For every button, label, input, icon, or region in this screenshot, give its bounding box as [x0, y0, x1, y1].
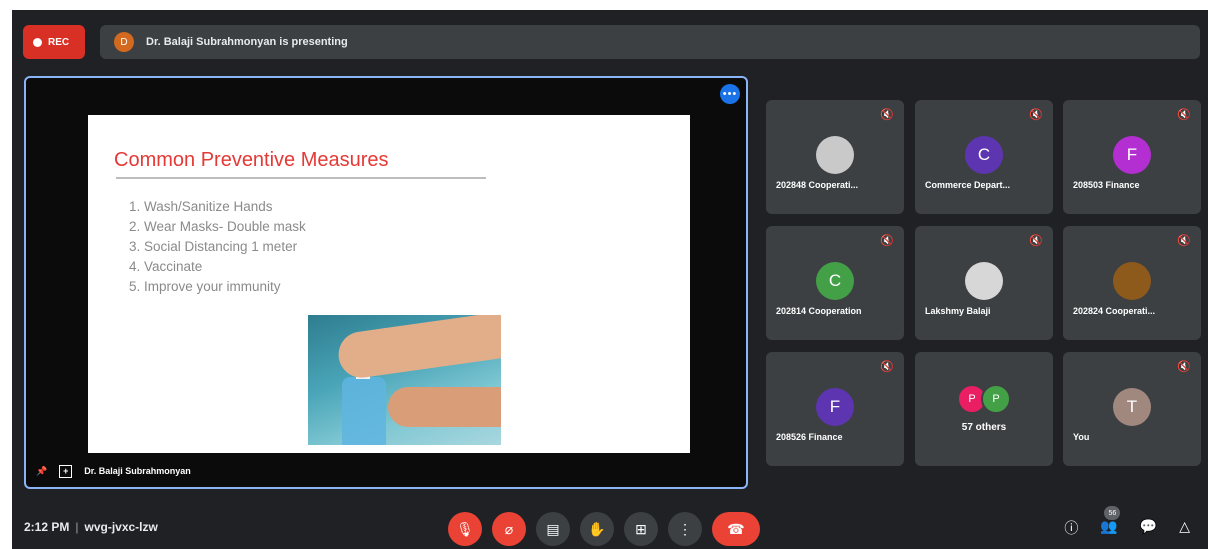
bottle-shape: [342, 377, 386, 445]
present-button[interactable]: ⊞: [624, 512, 658, 546]
participant-tile[interactable]: 🔇 F 208526 Finance: [766, 352, 904, 466]
slide-list-item: Social Distancing 1 meter: [144, 237, 306, 257]
slide: Common Preventive Measures Wash/Sanitize…: [88, 115, 690, 453]
participant-name: 202848 Cooperati...: [776, 180, 859, 190]
participant-name: Commerce Depart...: [925, 180, 1011, 190]
mic-off-icon: 🔇: [1029, 235, 1043, 247]
separator: |: [75, 520, 79, 534]
participant-name: 208503 Finance: [1073, 180, 1140, 190]
participant-tile[interactable]: 🔇 202824 Cooperati...: [1063, 226, 1201, 340]
rec-label: REC: [48, 36, 70, 48]
avatar: [965, 262, 1003, 300]
slide-list-item: Improve your immunity: [144, 277, 306, 297]
participant-name: 208526 Finance: [776, 432, 843, 442]
record-dot-icon: [33, 37, 42, 47]
presenter-avatar: D: [114, 32, 134, 52]
avatar: P: [981, 384, 1011, 414]
presentation-tile[interactable]: ••• Common Preventive Measures Wash/Sani…: [24, 76, 748, 489]
more-vertical-icon: ⋮: [678, 520, 692, 537]
title-divider: [116, 177, 486, 179]
clock-time: 2:12 PM: [24, 520, 70, 534]
meet-window: REC D Dr. Balaji Subrahmonyan is present…: [12, 10, 1208, 549]
present-screen-icon[interactable]: +: [59, 464, 73, 478]
mic-off-icon: 🔇: [880, 361, 894, 373]
avatar: F: [1113, 136, 1151, 174]
participant-tile[interactable]: 🔇 C 202814 Cooperation: [766, 226, 904, 340]
mic-toggle-button[interactable]: 🎙: [448, 512, 482, 546]
meeting-code: wvg-jvxc-lzw: [84, 520, 158, 534]
hand-shape: [388, 387, 501, 427]
mic-off-icon: 🔇: [880, 109, 894, 121]
mic-off-icon: 🔇: [1177, 109, 1191, 121]
people-button[interactable]: 56 👥: [1100, 506, 1121, 538]
avatar: [1113, 262, 1151, 300]
info-icon[interactable]: ⓘ: [1064, 518, 1078, 538]
participant-name: You: [1073, 432, 1090, 442]
mic-off-icon: 🔇: [1029, 109, 1043, 121]
chat-icon[interactable]: 💬: [1140, 518, 1157, 538]
participant-tile[interactable]: 🔇 Lakshmy Balaji: [915, 226, 1053, 340]
recording-indicator: REC: [23, 25, 85, 59]
avatar: C: [816, 262, 854, 300]
pin-icon[interactable]: 📌: [36, 466, 47, 477]
slide-list-item: Wear Masks- Double mask: [144, 217, 306, 237]
mic-off-icon: 🔇: [1177, 361, 1191, 373]
hand-sanitizer-photo: [308, 315, 501, 445]
participant-tile[interactable]: 🔇 202848 Cooperati...: [766, 100, 904, 214]
slide-list: Wash/Sanitize Hands Wear Masks- Double m…: [122, 197, 306, 297]
others-tile[interactable]: P P 57 others: [915, 352, 1053, 466]
presenting-text: Dr. Balaji Subrahmonyan is presenting: [146, 36, 348, 48]
others-count-label: 57 others: [961, 422, 1007, 433]
participant-name: 202814 Cooperation: [776, 306, 862, 316]
slide-title: Common Preventive Measures: [114, 149, 389, 171]
more-options-icon[interactable]: •••: [720, 84, 740, 104]
more-options-button[interactable]: ⋮: [668, 512, 702, 546]
participant-name: 202824 Cooperati...: [1073, 306, 1156, 316]
avatar: T: [1113, 388, 1151, 426]
mic-off-icon: 🔇: [1177, 235, 1191, 247]
captions-icon: ▤: [546, 520, 560, 537]
people-count-badge: 56: [1104, 506, 1121, 520]
activities-icon[interactable]: △: [1179, 518, 1190, 538]
hand-shape: [335, 315, 501, 381]
avatar: F: [816, 388, 854, 426]
participant-name: Lakshmy Balaji: [925, 306, 991, 316]
hang-up-icon: ☎: [727, 520, 745, 537]
camera-off-icon: ⌀: [504, 520, 514, 537]
people-icon: 👥: [1100, 518, 1118, 534]
hand-icon: ✋: [588, 520, 606, 537]
participant-tile[interactable]: 🔇 C Commerce Depart...: [915, 100, 1053, 214]
side-tools: ⓘ 56 👥 💬 △: [1064, 506, 1190, 538]
mic-off-icon: 🔇: [880, 235, 894, 247]
avatar: C: [965, 136, 1003, 174]
camera-toggle-button[interactable]: ⌀: [492, 512, 526, 546]
raise-hand-button[interactable]: ✋: [580, 512, 614, 546]
present-screen-icon: ⊞: [635, 520, 647, 537]
slide-list-item: Wash/Sanitize Hands: [144, 197, 306, 217]
presenting-banner: D Dr. Balaji Subrahmonyan is presenting: [100, 25, 1200, 59]
presenter-name: Dr. Balaji Subrahmonyan: [84, 466, 191, 476]
avatar: [816, 136, 854, 174]
meeting-info: 2:12 PM | wvg-jvxc-lzw: [24, 520, 158, 534]
presentation-footer: 📌 + Dr. Balaji Subrahmonyan: [26, 455, 746, 487]
call-controls: 🎙 ⌀ ▤ ✋ ⊞ ⋮ ☎: [448, 512, 760, 546]
leave-call-button[interactable]: ☎: [712, 512, 760, 546]
captions-button[interactable]: ▤: [536, 512, 570, 546]
others-avatars: P P: [957, 384, 1011, 414]
slide-list-item: Vaccinate: [144, 257, 306, 277]
self-tile[interactable]: 🔇 T You: [1063, 352, 1201, 466]
participant-tile[interactable]: 🔇 F 208503 Finance: [1063, 100, 1201, 214]
mic-off-icon: 🎙: [456, 520, 474, 537]
